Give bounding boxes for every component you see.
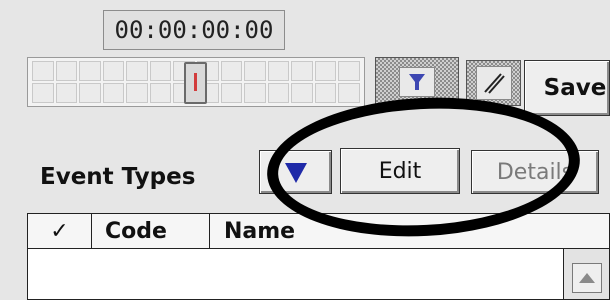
- jog-cell: [126, 61, 148, 81]
- list-header: ✓ Code Name: [28, 214, 609, 249]
- jog-cell: [79, 61, 101, 81]
- details-button[interactable]: Details: [471, 150, 599, 194]
- jog-cell: [79, 83, 101, 103]
- filter-button[interactable]: [375, 57, 459, 107]
- jog-cell: [291, 61, 313, 81]
- event-types-list[interactable]: ✓ Code Name: [27, 213, 610, 300]
- jog-cell: [32, 61, 54, 81]
- jog-cell: [149, 83, 172, 103]
- list-scrollbar[interactable]: [563, 249, 609, 299]
- jog-cell: [55, 83, 78, 103]
- jog-cell: [244, 83, 266, 103]
- jog-cell: [220, 61, 243, 81]
- edit-button[interactable]: Edit: [340, 148, 460, 194]
- jog-cell: [149, 61, 172, 81]
- timecode-display: 00:00:00:00: [103, 10, 285, 50]
- jog-cell: [102, 83, 125, 103]
- jog-slider-handle[interactable]: [184, 62, 207, 104]
- jog-cell: [291, 83, 313, 103]
- column-header-name[interactable]: Name: [210, 214, 295, 248]
- save-button[interactable]: Save: [524, 60, 610, 116]
- pencil-icon: [475, 66, 512, 100]
- event-types-menu-button[interactable]: [259, 150, 332, 194]
- jog-cell: [267, 83, 290, 103]
- jog-cell: [267, 61, 290, 81]
- jog-cell: [126, 83, 148, 103]
- jog-cell: [314, 61, 337, 81]
- scroll-up-button[interactable]: [572, 263, 602, 293]
- edit-tool-button[interactable]: [466, 60, 521, 106]
- jog-cell: [338, 61, 360, 81]
- column-header-code[interactable]: Code: [91, 214, 210, 248]
- jog-cell: [314, 83, 337, 103]
- jog-cell: [102, 61, 125, 81]
- jog-cell: [32, 83, 54, 103]
- list-body[interactable]: [28, 249, 609, 299]
- triangle-down-icon: [284, 163, 307, 183]
- jog-cell: [220, 83, 243, 103]
- jog-cell: [244, 61, 266, 81]
- column-header-check[interactable]: ✓: [28, 214, 92, 248]
- funnel-icon: [399, 67, 435, 97]
- save-button-label: Save: [543, 75, 607, 101]
- chevron-up-icon: [579, 273, 595, 283]
- event-types-label: Event Types: [40, 164, 196, 190]
- jog-cell: [338, 83, 360, 103]
- jog-cell: [55, 61, 78, 81]
